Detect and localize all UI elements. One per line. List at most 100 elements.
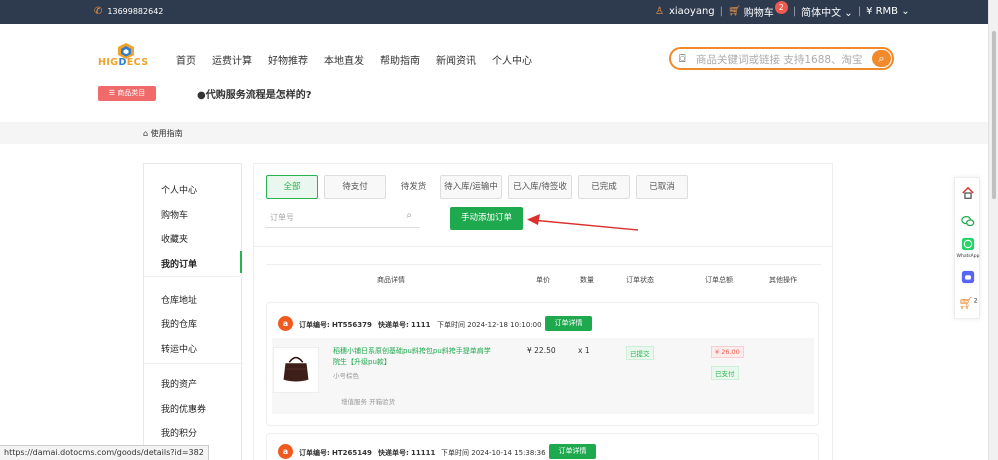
status-badge: 已提交 bbox=[626, 346, 654, 360]
order-number-input[interactable]: 订单号 bbox=[270, 212, 294, 223]
order-detail-button[interactable]: 订单详情 bbox=[549, 444, 596, 459]
chevron-down-icon: ⌄ bbox=[901, 6, 910, 17]
nav-item-news[interactable]: 新闻资讯 bbox=[436, 52, 476, 67]
express-number: 快递单号: 11111 bbox=[378, 449, 436, 457]
camera-icon[interactable]: ⌼ bbox=[679, 52, 686, 66]
floating-cart[interactable]: 🛒︎2 bbox=[955, 296, 981, 310]
home-icon[interactable] bbox=[955, 186, 981, 203]
annotation-arrow-icon bbox=[527, 214, 639, 231]
order-detail-button[interactable]: 订单详情 bbox=[545, 316, 592, 331]
home-icon: ⌂ bbox=[143, 129, 149, 138]
column-header-quantity: 数量 bbox=[580, 276, 594, 284]
discord-icon[interactable] bbox=[955, 270, 981, 287]
tab-stored-awaiting-receipt[interactable]: 已入库/待签收 bbox=[508, 175, 572, 199]
quantity: x 1 bbox=[578, 346, 590, 355]
sidebar-active-indicator bbox=[240, 251, 242, 273]
order-time: 下单时间 2024-12-18 10:10:00 bbox=[437, 321, 542, 329]
main-nav: 首页 运费计算 好物推荐 本地直发 帮助指南 新闻资讯 个人中心 bbox=[176, 52, 548, 67]
alibaba-icon: a bbox=[278, 316, 293, 331]
phone-number: 13699882642 bbox=[107, 7, 164, 16]
divider: | bbox=[719, 6, 724, 17]
username-link[interactable]: xiaoyang bbox=[669, 6, 715, 17]
chevron-down-icon: ⌄ bbox=[844, 8, 853, 19]
site-logo[interactable]: HIGDECS bbox=[98, 42, 154, 76]
sidebar-item-my-coupons[interactable]: 我的优惠券 bbox=[161, 402, 206, 415]
table-header-divider bbox=[266, 264, 821, 265]
payment-status-badge: 已支付 bbox=[711, 366, 739, 380]
sidebar-item-my-points[interactable]: 我的积分 bbox=[161, 426, 197, 439]
sidebar-item-favorites[interactable]: 收藏夹 bbox=[161, 232, 188, 245]
column-header-order-status: 订单状态 bbox=[626, 276, 654, 284]
sidebar-divider bbox=[144, 363, 243, 364]
faq-link[interactable]: ●代购服务流程是怎样的? bbox=[197, 86, 312, 101]
scrollbar-thumb[interactable] bbox=[991, 30, 997, 200]
nav-item-home[interactable]: 首页 bbox=[176, 52, 196, 67]
nav-item-local-ship[interactable]: 本地直发 bbox=[324, 52, 364, 67]
cart-icon: 🛒︎ bbox=[958, 296, 974, 310]
language-select[interactable]: 简体中文 ⌄ bbox=[801, 4, 853, 19]
search-button[interactable]: ⌕ bbox=[872, 50, 891, 67]
cart-icon[interactable]: 🛒︎ bbox=[728, 6, 741, 17]
whatsapp-label: WhatsApp bbox=[956, 254, 980, 259]
unit-price: ¥ 22.50 bbox=[527, 346, 556, 355]
product-spec: 小号棕色 bbox=[333, 372, 359, 380]
order-time: 下单时间 2024-10-14 15:38:36 bbox=[441, 449, 546, 457]
nav-item-recommend[interactable]: 好物推荐 bbox=[268, 52, 308, 67]
whatsapp-icon[interactable]: WhatsApp bbox=[955, 237, 981, 260]
sidebar-item-warehouse-address[interactable]: 仓库地址 bbox=[161, 293, 197, 306]
column-header-goods: 商品详情 bbox=[377, 276, 405, 284]
product-name-link[interactable]: 稻穗小铺日系原创基础pu斜挎包pu斜挎手提单肩学院生【升级pu款】 bbox=[333, 346, 493, 368]
sidebar-item-my-assets[interactable]: 我的资产 bbox=[161, 377, 197, 390]
divider: | bbox=[792, 6, 797, 17]
page-scrollbar[interactable] bbox=[988, 0, 998, 460]
product-thumbnail[interactable] bbox=[273, 347, 319, 393]
wechat-icon[interactable] bbox=[955, 214, 981, 231]
express-number: 快递单号: 1111 bbox=[378, 321, 431, 329]
tab-cancelled[interactable]: 已取消 bbox=[636, 175, 688, 199]
status-bar-url: https://damai.dotocms.com/goods/details?… bbox=[0, 445, 209, 460]
floating-toolbar: WhatsApp 🛒︎2 bbox=[954, 177, 980, 319]
tab-all[interactable]: 全部 bbox=[266, 175, 318, 199]
value-added-services: 增值服务 开箱验货 bbox=[341, 398, 396, 406]
sidebar-item-my-orders[interactable]: 我的订单 bbox=[161, 257, 197, 270]
breadcrumb-item[interactable]: ⌂ 使用指南 bbox=[143, 128, 183, 139]
phone-contact: ✆ 13699882642 bbox=[94, 6, 163, 17]
order-total: ¥ 26.00 bbox=[711, 346, 744, 358]
sidebar-item-my-warehouse[interactable]: 我的仓库 bbox=[161, 317, 197, 330]
search-icon[interactable]: ⌕ bbox=[406, 210, 412, 221]
cart-link[interactable]: 购物车 bbox=[744, 4, 774, 19]
breadcrumb: ⌂ 使用指南 bbox=[0, 122, 988, 144]
column-header-order-total: 订单总额 bbox=[705, 276, 733, 284]
search-icon: ⌕ bbox=[878, 52, 885, 65]
sidebar-item-transit-center[interactable]: 转运中心 bbox=[161, 342, 197, 355]
order-number: 订单编号: HT556379 bbox=[299, 321, 372, 329]
nav-item-shipping-calc[interactable]: 运费计算 bbox=[212, 52, 252, 67]
top-bar-right: ♙ xiaoyang | 🛒︎ 购物车 2 | 简体中文 ⌄ | ¥ RMB ⌄ bbox=[655, 1, 910, 19]
search-input[interactable]: 商品关键词或链接 支持1688、淘宝 bbox=[696, 52, 871, 67]
add-order-button[interactable]: 手动添加订单 bbox=[450, 207, 523, 230]
tab-completed[interactable]: 已完成 bbox=[578, 175, 630, 199]
divider: | bbox=[857, 6, 862, 17]
currency-select[interactable]: ¥ RMB ⌄ bbox=[866, 6, 910, 17]
search-box: ⌼ 商品关键词或链接 支持1688、淘宝 ⌕ bbox=[669, 47, 894, 70]
order-number-field[interactable]: 订单号 ⌕ bbox=[265, 206, 420, 228]
handbag-icon bbox=[283, 356, 309, 382]
tab-pending-payment[interactable]: 待支付 bbox=[324, 175, 386, 199]
alibaba-icon: a bbox=[278, 444, 293, 459]
column-header-other-actions: 其他操作 bbox=[769, 276, 797, 284]
nav-item-help[interactable]: 帮助指南 bbox=[380, 52, 420, 67]
sidebar-divider bbox=[144, 276, 243, 277]
top-bar: ✆ 13699882642 ♙ xiaoyang | 🛒︎ 购物车 2 | 简体… bbox=[0, 0, 988, 24]
sidebar-item-cart[interactable]: 购物车 bbox=[161, 208, 188, 221]
panel-divider bbox=[253, 246, 833, 247]
phone-icon: ✆ bbox=[94, 6, 103, 17]
sidebar-item-account-center[interactable]: 个人中心 bbox=[161, 183, 197, 196]
cart-count-badge: 2 bbox=[774, 1, 788, 14]
account-sidebar: 个人中心 购物车 收藏夹 我的订单 仓库地址 我的仓库 转运中心 我的资产 我的… bbox=[143, 163, 243, 460]
order-number: 订单编号: HT265149 bbox=[299, 449, 372, 457]
nav-item-account[interactable]: 个人中心 bbox=[492, 52, 532, 67]
tab-pending-shipment[interactable]: 待发货 bbox=[393, 175, 434, 199]
logo-text: HIGDECS bbox=[98, 57, 149, 68]
category-button[interactable]: ☰ 商品类目 bbox=[98, 86, 156, 101]
tab-in-transit[interactable]: 待入库/运输中 bbox=[440, 175, 502, 199]
